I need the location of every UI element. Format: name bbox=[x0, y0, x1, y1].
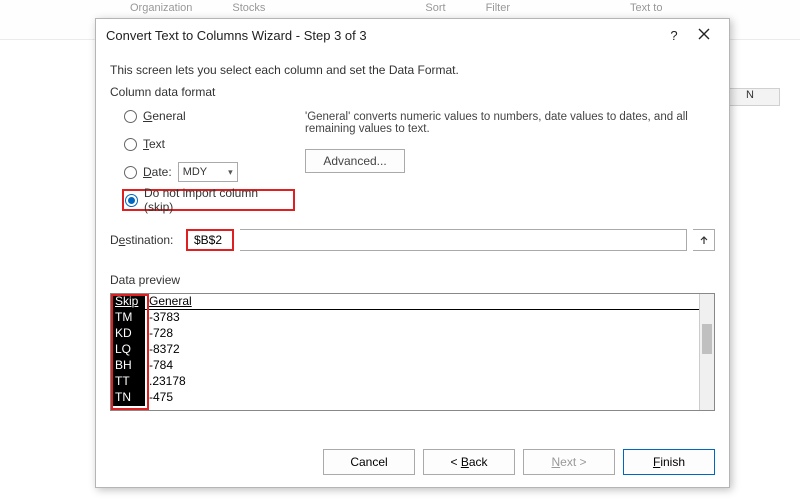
ribbon-item: Stocks bbox=[232, 2, 265, 14]
date-format-value: MDY bbox=[183, 166, 207, 178]
format-legend: Column data format bbox=[110, 85, 715, 99]
date-format-combo[interactable]: MDY ▾ bbox=[178, 162, 238, 182]
radio-icon bbox=[124, 166, 137, 179]
general-description: 'General' converts numeric values to num… bbox=[305, 111, 711, 135]
radio-icon bbox=[124, 138, 137, 151]
destination-highlight bbox=[186, 229, 234, 251]
preview-row: BH-784 bbox=[111, 358, 699, 374]
dialog-title: Convert Text to Columns Wizard - Step 3 … bbox=[106, 28, 659, 43]
radio-icon bbox=[125, 194, 138, 207]
destination-label: Destination: bbox=[110, 233, 182, 247]
column-data-format-group: Column data format General Text Date: bbox=[110, 85, 715, 211]
radio-general[interactable]: General bbox=[124, 105, 295, 127]
preview-rows: TM-3783 KD-728 LQ-8372 BH-784 TT.23178 T… bbox=[111, 310, 699, 406]
close-button[interactable] bbox=[689, 28, 719, 43]
destination-input-extend[interactable] bbox=[240, 229, 687, 251]
preview-row: TN-475 bbox=[111, 390, 699, 406]
help-button[interactable]: ? bbox=[659, 28, 689, 43]
preview-col-header-skip[interactable]: Skip bbox=[111, 294, 145, 309]
ribbon-item: Organization bbox=[130, 2, 192, 14]
radio-skip[interactable]: Do not import column (skip) bbox=[122, 189, 295, 211]
destination-input[interactable] bbox=[190, 233, 230, 247]
ribbon-item: Text to bbox=[630, 2, 662, 14]
preview-row: KD-728 bbox=[111, 326, 699, 342]
dialog-footer: Cancel < Back Next > Finish bbox=[96, 437, 729, 487]
collapse-dialog-button[interactable] bbox=[693, 229, 715, 251]
preview-row: LQ-8372 bbox=[111, 342, 699, 358]
data-preview[interactable]: Skip General TM-3783 KD-728 LQ-8372 BH-7… bbox=[110, 293, 715, 411]
back-button[interactable]: < Back bbox=[423, 449, 515, 475]
preview-col-header-general[interactable]: General bbox=[145, 294, 196, 309]
preview-row: TT.23178 bbox=[111, 374, 699, 390]
data-preview-label: Data preview bbox=[110, 273, 715, 287]
advanced-button[interactable]: Advanced... bbox=[305, 149, 405, 173]
close-icon bbox=[698, 28, 710, 40]
scrollbar-thumb[interactable] bbox=[702, 324, 712, 354]
finish-button[interactable]: Finish bbox=[623, 449, 715, 475]
preview-row: TM-3783 bbox=[111, 310, 699, 326]
destination-row: Destination: bbox=[110, 229, 715, 251]
chevron-down-icon: ▾ bbox=[228, 167, 233, 178]
ribbon-item: Sort bbox=[425, 2, 445, 14]
radio-general-label: General bbox=[143, 109, 186, 123]
next-button: Next > bbox=[523, 449, 615, 475]
radio-skip-label: Do not import column (skip) bbox=[144, 186, 290, 214]
radio-text[interactable]: Text bbox=[124, 133, 295, 155]
radio-date[interactable]: Date: MDY ▾ bbox=[124, 161, 295, 183]
radio-text-label: Text bbox=[143, 137, 165, 151]
ribbon-item: Filter bbox=[486, 2, 510, 14]
radio-icon bbox=[124, 110, 137, 123]
text-to-columns-dialog: Convert Text to Columns Wizard - Step 3 … bbox=[95, 18, 730, 488]
dialog-titlebar: Convert Text to Columns Wizard - Step 3 … bbox=[96, 19, 729, 51]
preview-scrollbar[interactable] bbox=[699, 294, 714, 410]
radio-date-label: Date: bbox=[143, 165, 172, 179]
intro-text: This screen lets you select each column … bbox=[110, 63, 715, 77]
cancel-button[interactable]: Cancel bbox=[323, 449, 415, 475]
collapse-icon bbox=[699, 235, 709, 245]
